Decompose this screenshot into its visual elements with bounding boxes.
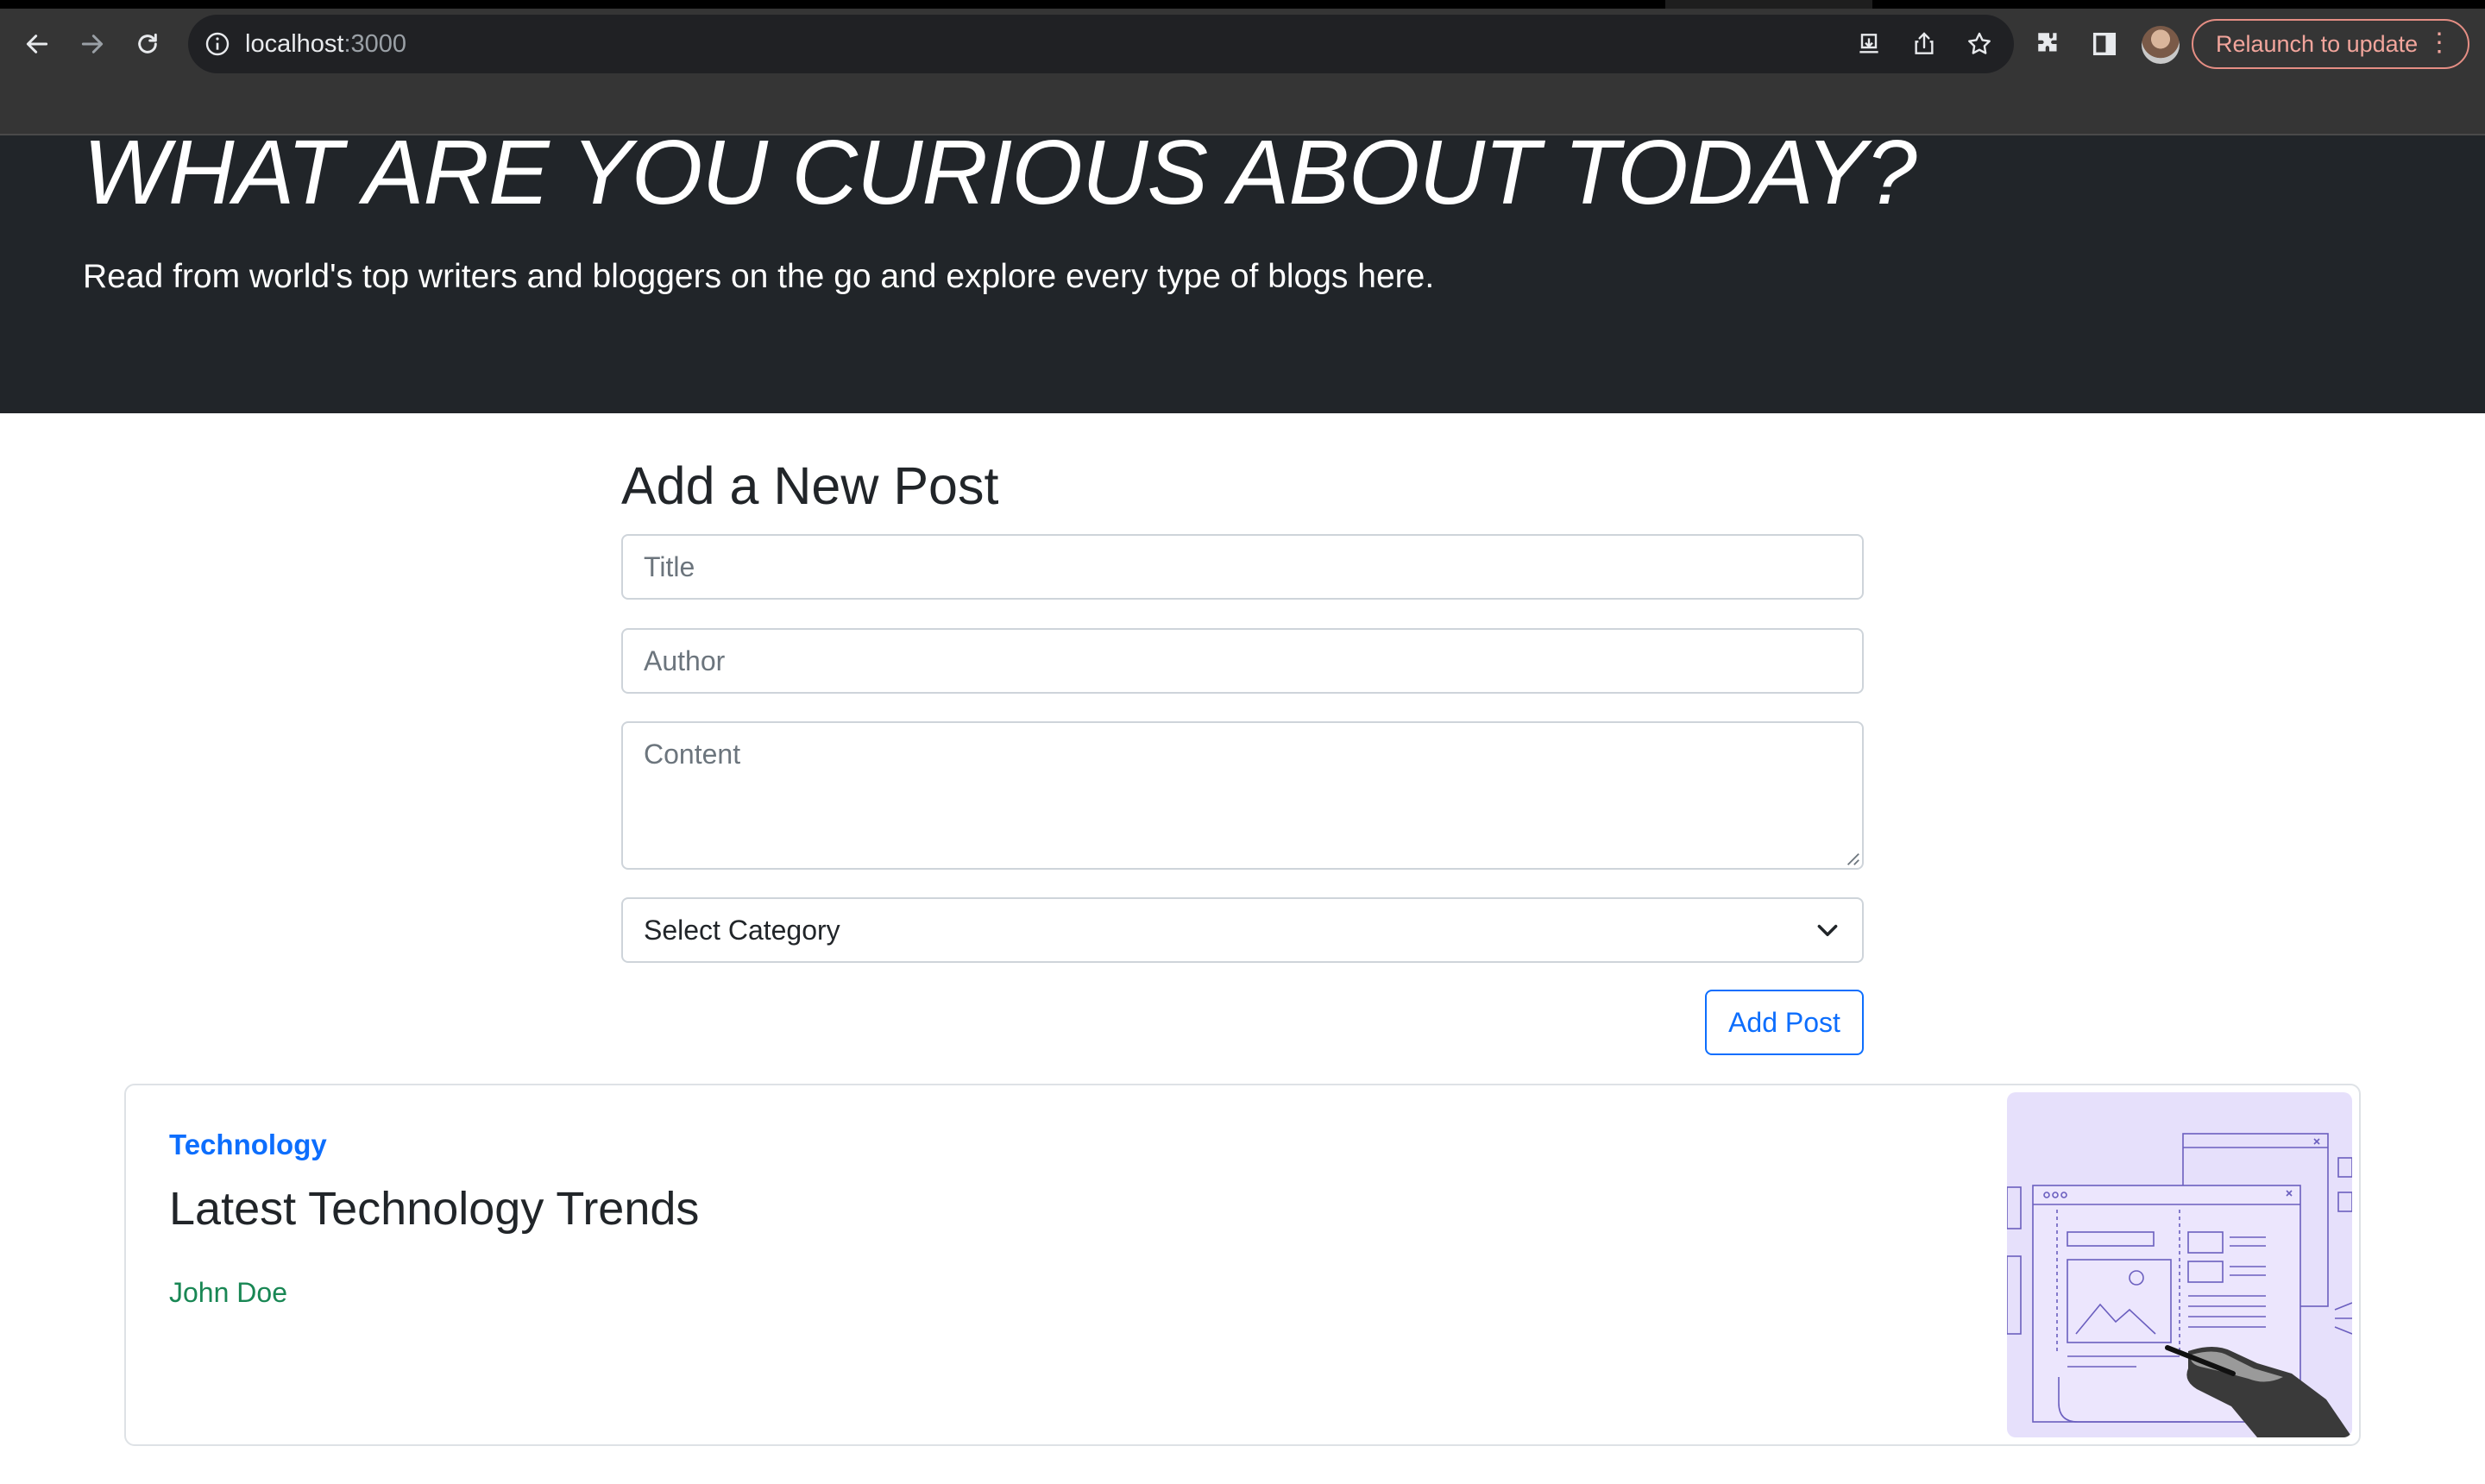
side-panel-icon[interactable] — [2088, 28, 2121, 60]
url-text[interactable]: localhost:3000 — [245, 15, 406, 73]
post-category[interactable]: Technology — [169, 1129, 327, 1161]
browser-chrome: localhost:3000 Relaunch to update ⋮ — [0, 0, 2485, 135]
category-select-value: Select Category — [644, 915, 840, 946]
relaunch-button[interactable]: Relaunch to update ⋮ — [2192, 19, 2469, 69]
more-menu-icon[interactable]: ⋮ — [2426, 21, 2452, 66]
install-icon[interactable] — [1853, 28, 1884, 60]
url-host: localhost — [245, 30, 344, 58]
active-tab-indicator — [0, 0, 1665, 9]
post-author: John Doe — [169, 1277, 287, 1308]
tab-strip-segment — [1872, 0, 2485, 9]
reload-icon[interactable] — [128, 24, 167, 64]
url-port: :3000 — [343, 30, 407, 58]
post-thumbnail — [2007, 1092, 2352, 1437]
bookmark-star-icon[interactable] — [1964, 28, 1995, 60]
forward-icon[interactable] — [72, 24, 112, 64]
extensions-icon[interactable] — [2033, 28, 2066, 60]
add-post-button[interactable]: Add Post — [1705, 990, 1864, 1055]
content-textarea[interactable] — [621, 721, 1864, 870]
title-input[interactable] — [621, 534, 1864, 600]
hero-title: WHAT ARE YOU CURIOUS ABOUT TODAY? — [83, 135, 1917, 223]
share-icon[interactable] — [1909, 28, 1940, 60]
info-icon[interactable] — [204, 30, 231, 58]
category-select[interactable]: Select Category — [621, 897, 1864, 963]
resize-handle-icon[interactable] — [1845, 851, 1860, 866]
post-title[interactable]: Latest Technology Trends — [169, 1182, 699, 1236]
browser-toolbar: localhost:3000 Relaunch to update ⋮ — [0, 9, 2485, 79]
post-card[interactable]: Technology Latest Technology Trends John… — [124, 1084, 2361, 1446]
hero-subtitle: Read from world's top writers and blogge… — [83, 258, 1435, 295]
chevron-down-icon — [1817, 924, 1838, 936]
profile-avatar[interactable] — [2142, 26, 2180, 64]
author-input[interactable] — [621, 628, 1864, 694]
address-bar[interactable]: localhost:3000 — [188, 15, 2014, 73]
hero-banner: WHAT ARE YOU CURIOUS ABOUT TODAY? Read f… — [0, 135, 2485, 413]
tab-strip — [0, 0, 2485, 9]
back-icon[interactable] — [17, 24, 57, 64]
relaunch-label: Relaunch to update — [2216, 31, 2419, 57]
form-heading: Add a New Post — [621, 456, 999, 515]
